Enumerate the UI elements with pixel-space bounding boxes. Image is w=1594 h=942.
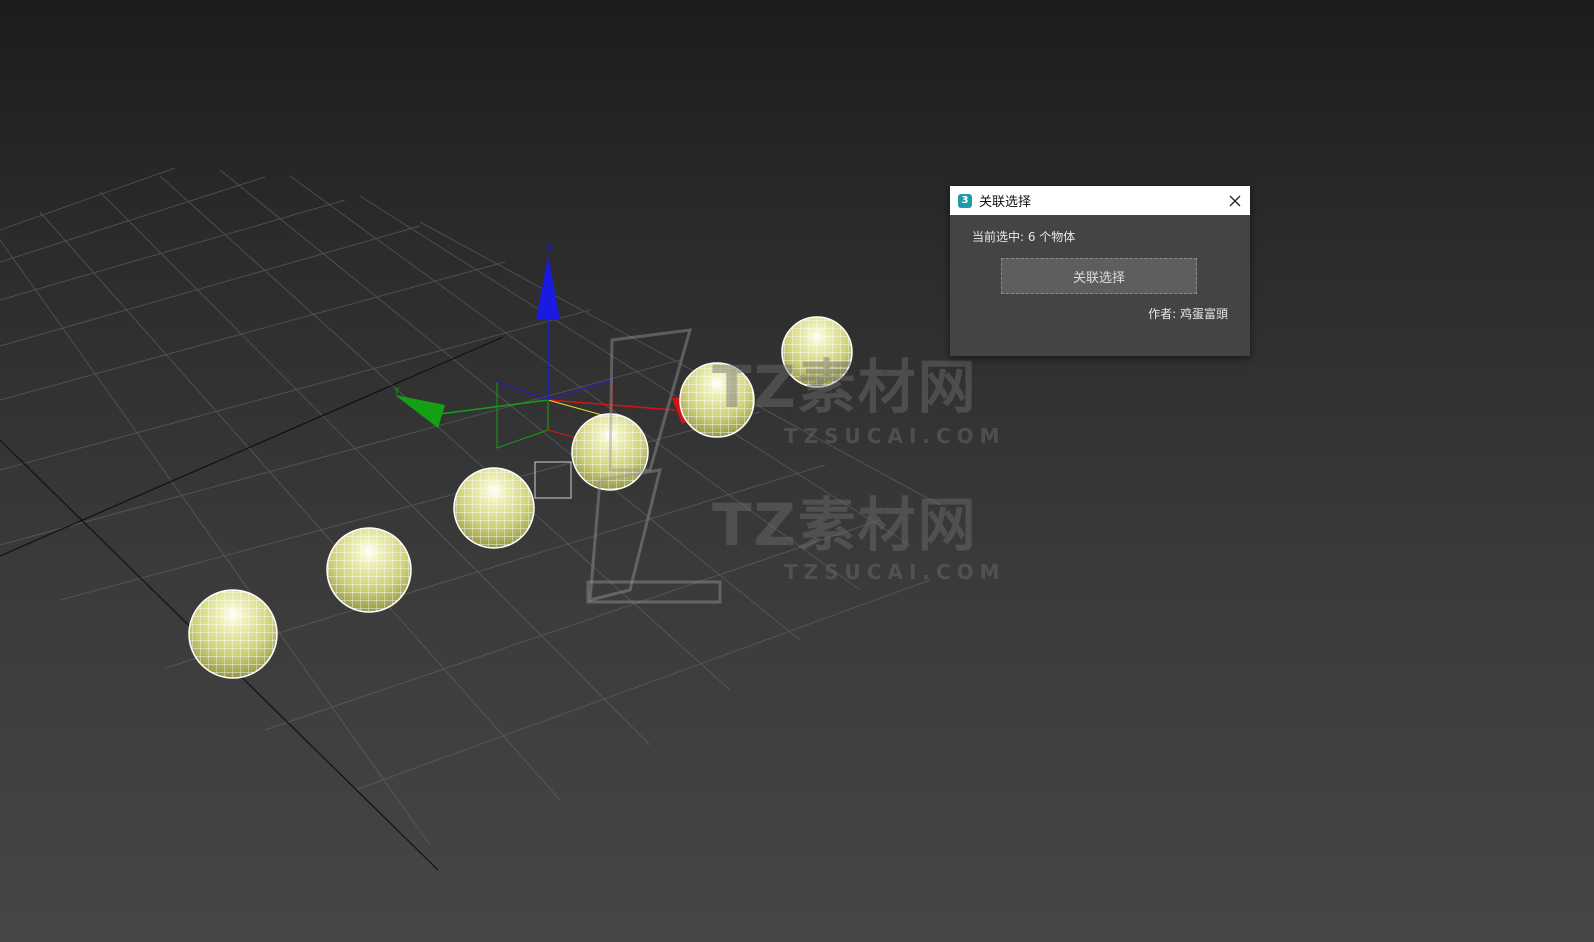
watermark-brand: TZ素材网 (712, 353, 978, 421)
link-select-dialog[interactable]: 3 关联选择 当前选中: 6 个物体 关联选择 作者: 鸡蛋富頭 (950, 186, 1250, 356)
link-select-button[interactable]: 关联选择 (1001, 258, 1197, 294)
watermark-url: TZSUCAI.COM (784, 560, 1006, 584)
sphere-object[interactable] (453, 467, 535, 549)
y-axis-arrow[interactable] (395, 395, 445, 428)
close-icon (1229, 195, 1241, 206)
author-label: 作者: 鸡蛋富頭 (1148, 307, 1228, 321)
selection-status-label: 当前选中: 6 个物体 (972, 230, 1076, 244)
watermark-url: TZSUCAI.COM (784, 424, 1006, 448)
dialog-titlebar[interactable]: 3 关联选择 (950, 186, 1250, 215)
y-axis-label: Y (393, 387, 400, 397)
close-button[interactable] (1220, 186, 1250, 215)
watermark-brand: TZ素材网 (712, 491, 978, 559)
sphere-object[interactable] (326, 527, 412, 613)
dialog-title: 关联选择 (979, 195, 1032, 210)
3d-viewport[interactable]: Z Y TZ素材网 TZSUCAI.COM TZ素材网 TZSUCAI.COM (0, 0, 1594, 942)
viewport-scene: Z Y (0, 167, 941, 871)
3dsmax-app-icon: 3 (958, 193, 972, 208)
sphere-object[interactable] (188, 589, 278, 679)
z-axis-label: Z (546, 244, 552, 254)
